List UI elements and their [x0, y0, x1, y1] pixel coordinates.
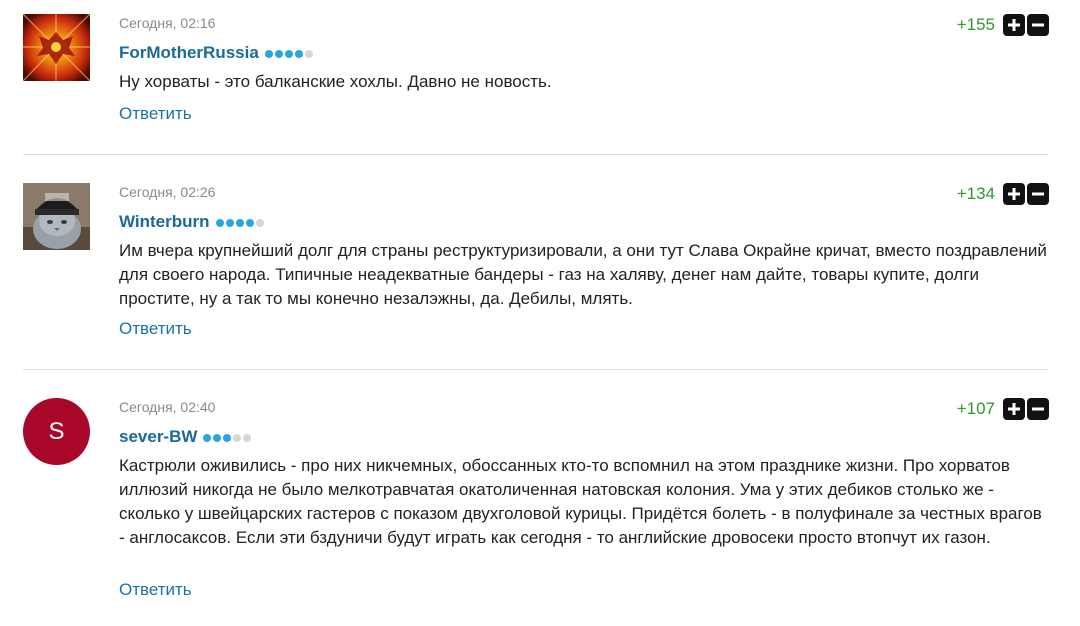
downvote-button[interactable]: [1027, 14, 1049, 36]
rank-dots: [264, 50, 315, 58]
comment-item: Сегодня, 02:16 ForMotherRussia Ну хорват…: [0, 0, 1080, 155]
comment-author: sever-BW: [119, 427, 253, 447]
rank-dot: [243, 434, 252, 442]
upvote-button[interactable]: [1003, 398, 1025, 420]
russian-eagle-emblem-avatar[interactable]: [23, 14, 90, 81]
comment-text: Кастрюли оживились - про них никчемных, …: [119, 456, 1042, 547]
rank-dots: [203, 434, 253, 442]
comment-author: Winterburn: [119, 212, 266, 232]
reply-link[interactable]: Ответить: [119, 580, 192, 600]
comment-author: ForMotherRussia: [119, 43, 315, 63]
comment-item: S Сегодня, 02:40 sever-BW Кастрюли оживи…: [0, 370, 1080, 626]
plus-icon: [1008, 403, 1020, 415]
rank-dot: [215, 219, 224, 227]
rank-dot: [274, 50, 283, 58]
rank-dot: [245, 219, 254, 227]
rank-dot: [235, 219, 244, 227]
comment-timestamp: Сегодня, 02:16: [119, 15, 216, 31]
rank-dot: [223, 434, 232, 442]
comment-text: Ну хорваты - это балканские хохлы. Давно…: [119, 72, 552, 91]
upvote-button[interactable]: [1003, 14, 1025, 36]
rank-dot: [264, 50, 273, 58]
comment-rating: +134: [957, 183, 1049, 205]
comment-item: Сегодня, 02:26 Winterburn Им вчера крупн…: [0, 155, 1080, 369]
minus-icon: [1032, 407, 1044, 411]
comment-rating: +155: [957, 14, 1049, 36]
upvote-button[interactable]: [1003, 183, 1025, 205]
comment-rating: +107: [957, 398, 1049, 420]
username-link[interactable]: sever-BW: [119, 427, 197, 447]
rank-dot: [225, 219, 234, 227]
username-link[interactable]: ForMotherRussia: [119, 43, 259, 63]
username-link[interactable]: Winterburn: [119, 212, 210, 232]
score-value: +155: [956, 15, 995, 34]
cat-in-hat-avatar[interactable]: [23, 183, 90, 250]
rank-dot: [255, 219, 264, 227]
plus-icon: [1008, 19, 1020, 31]
rank-dot: [284, 50, 293, 58]
downvote-button[interactable]: [1027, 398, 1049, 420]
plus-icon: [1008, 188, 1020, 200]
rank-dot: [304, 50, 313, 58]
rank-dot: [233, 434, 242, 442]
rank-dots: [215, 219, 266, 227]
reply-link[interactable]: Ответить: [119, 104, 192, 124]
score-value: +107: [956, 399, 995, 418]
rank-dot: [294, 50, 303, 58]
comment-timestamp: Сегодня, 02:40: [119, 399, 216, 415]
comment-timestamp: Сегодня, 02:26: [119, 184, 216, 200]
rank-dot: [203, 434, 212, 442]
reply-link[interactable]: Ответить: [119, 319, 192, 339]
rank-dot: [213, 434, 222, 442]
avatar[interactable]: S: [23, 398, 90, 465]
comment-text: Им вчера крупнейший долг для страны рест…: [119, 241, 1047, 308]
score-value: +134: [956, 184, 995, 203]
minus-icon: [1032, 23, 1044, 27]
minus-icon: [1032, 192, 1044, 196]
downvote-button[interactable]: [1027, 183, 1049, 205]
